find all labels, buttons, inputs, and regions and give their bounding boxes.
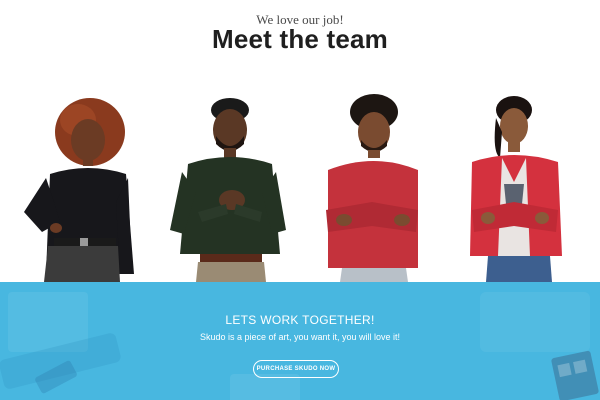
team-member-photo-3 (322, 92, 422, 282)
woman-black-sweater-photo (24, 98, 134, 282)
team-member-photo-1 (20, 92, 138, 282)
woman-red-blazer-photo (470, 96, 562, 282)
cta-heading: LETS WORK TOGETHER! (225, 313, 375, 327)
cta-banner: LETS WORK TOGETHER! Skudo is a piece of … (0, 282, 600, 400)
man-red-sweater-photo (326, 94, 418, 282)
team-section: We love our job! Meet the team (0, 0, 600, 282)
man-green-shirt-photo (170, 98, 286, 282)
team-member-photo-4 (466, 92, 566, 282)
cta-text: Skudo is a piece of art, you want it, yo… (199, 332, 401, 342)
team-title: Meet the team (212, 24, 388, 54)
team-member-photo-2 (168, 92, 288, 282)
purchase-button[interactable]: PURCHASE SKUDO NOW (253, 360, 339, 378)
